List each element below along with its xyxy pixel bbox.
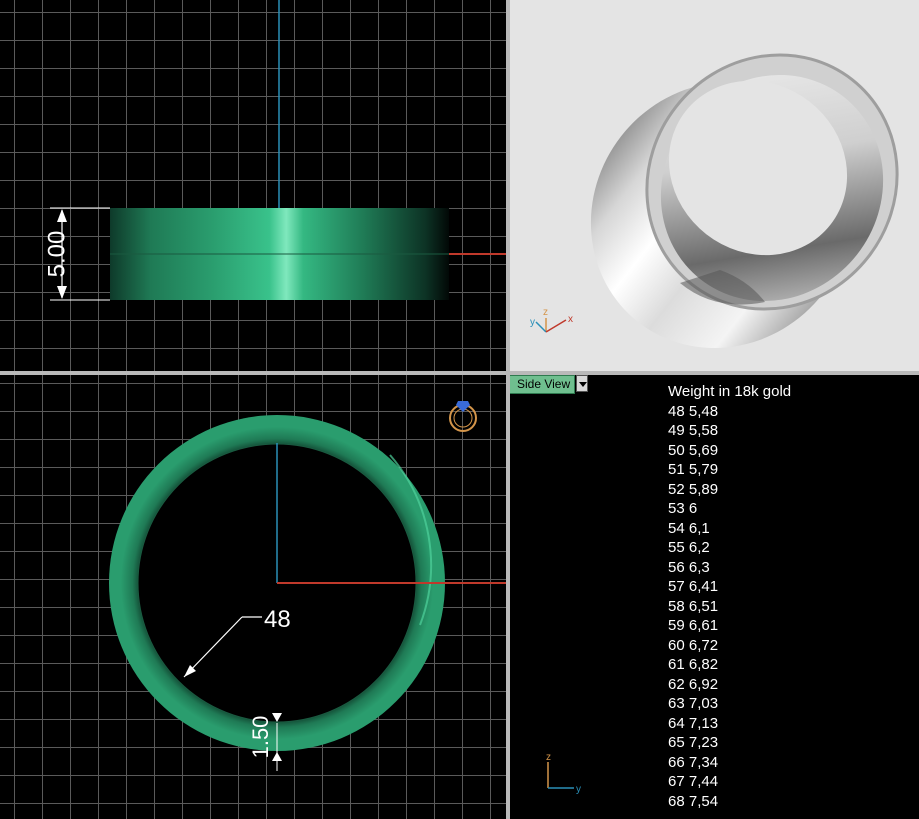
thickness-dimension-text: 1.50 — [248, 716, 273, 759]
weight-row: 60 6,72 — [668, 636, 719, 654]
ring-size-dimension-text: 48 — [264, 606, 291, 633]
weight-table-title: Weight in 18k gold — [668, 383, 792, 400]
axis-gizmo-persp: z y x — [530, 307, 573, 333]
dim-arrow-up — [57, 209, 67, 222]
weight-row: 51 5,79 — [668, 461, 719, 478]
viewport-label[interactable]: Side View — [508, 375, 576, 394]
weight-row: 58 6,51 — [668, 597, 719, 615]
axis-gizmo-side: z y — [546, 752, 581, 795]
viewport-divider-vertical[interactable] — [506, 0, 510, 819]
dim-arrow-down — [57, 286, 67, 299]
weight-row: 56 6,3 — [668, 558, 710, 576]
weight-row: 64 7,13 — [668, 714, 719, 732]
height-dimension-text: 5.00 — [43, 231, 70, 278]
weight-row: 53 6 — [668, 500, 698, 517]
weight-row: 65 7,23 — [668, 734, 719, 751]
perspective-drawing: z y x — [530, 4, 919, 371]
weight-row: 59 6,61 — [668, 617, 719, 634]
svg-text:z: z — [543, 307, 548, 318]
front-viewport[interactable]: 5.00 — [0, 0, 506, 371]
side-viewport[interactable]: Side View Weight in 18k gold 48 5,48 49 … — [508, 375, 919, 819]
front-view-drawing: 5.00 — [43, 0, 506, 301]
weight-row: 66 7,34 — [668, 753, 719, 771]
weight-row: 61 6,82 — [668, 656, 719, 673]
weight-row: 52 5,89 — [668, 480, 719, 498]
weight-row: 48 5,48 — [668, 402, 719, 420]
ring-3d-render[interactable] — [537, 4, 919, 371]
weight-row: 50 5,69 — [668, 441, 719, 459]
top-viewport[interactable]: 48 1.50 — [0, 375, 506, 819]
weight-row: 54 6,1 — [668, 519, 710, 537]
weight-table: Weight in 18k gold 48 5,48 49 5,58 50 5,… — [668, 382, 791, 811]
weight-row: 55 6,2 — [668, 539, 710, 556]
ring-gem-icon[interactable] — [449, 401, 477, 432]
viewport-menu-dropdown[interactable] — [576, 375, 588, 392]
top-view-drawing: 48 1.50 — [109, 401, 506, 771]
svg-text:y: y — [530, 317, 535, 328]
weight-row: 57 6,41 — [668, 578, 719, 595]
weight-row: 63 7,03 — [668, 695, 719, 712]
weight-row: 49 5,58 — [668, 422, 719, 439]
weight-row: 67 7,44 — [668, 773, 719, 790]
weight-row: 62 6,92 — [668, 675, 719, 693]
weight-row: 68 7,54 — [668, 792, 719, 810]
viewport-divider-horizontal[interactable] — [0, 371, 919, 375]
svg-text:y: y — [576, 784, 581, 795]
perspective-viewport[interactable]: z y x — [510, 0, 919, 371]
svg-text:z: z — [546, 752, 551, 763]
svg-text:x: x — [568, 314, 573, 325]
